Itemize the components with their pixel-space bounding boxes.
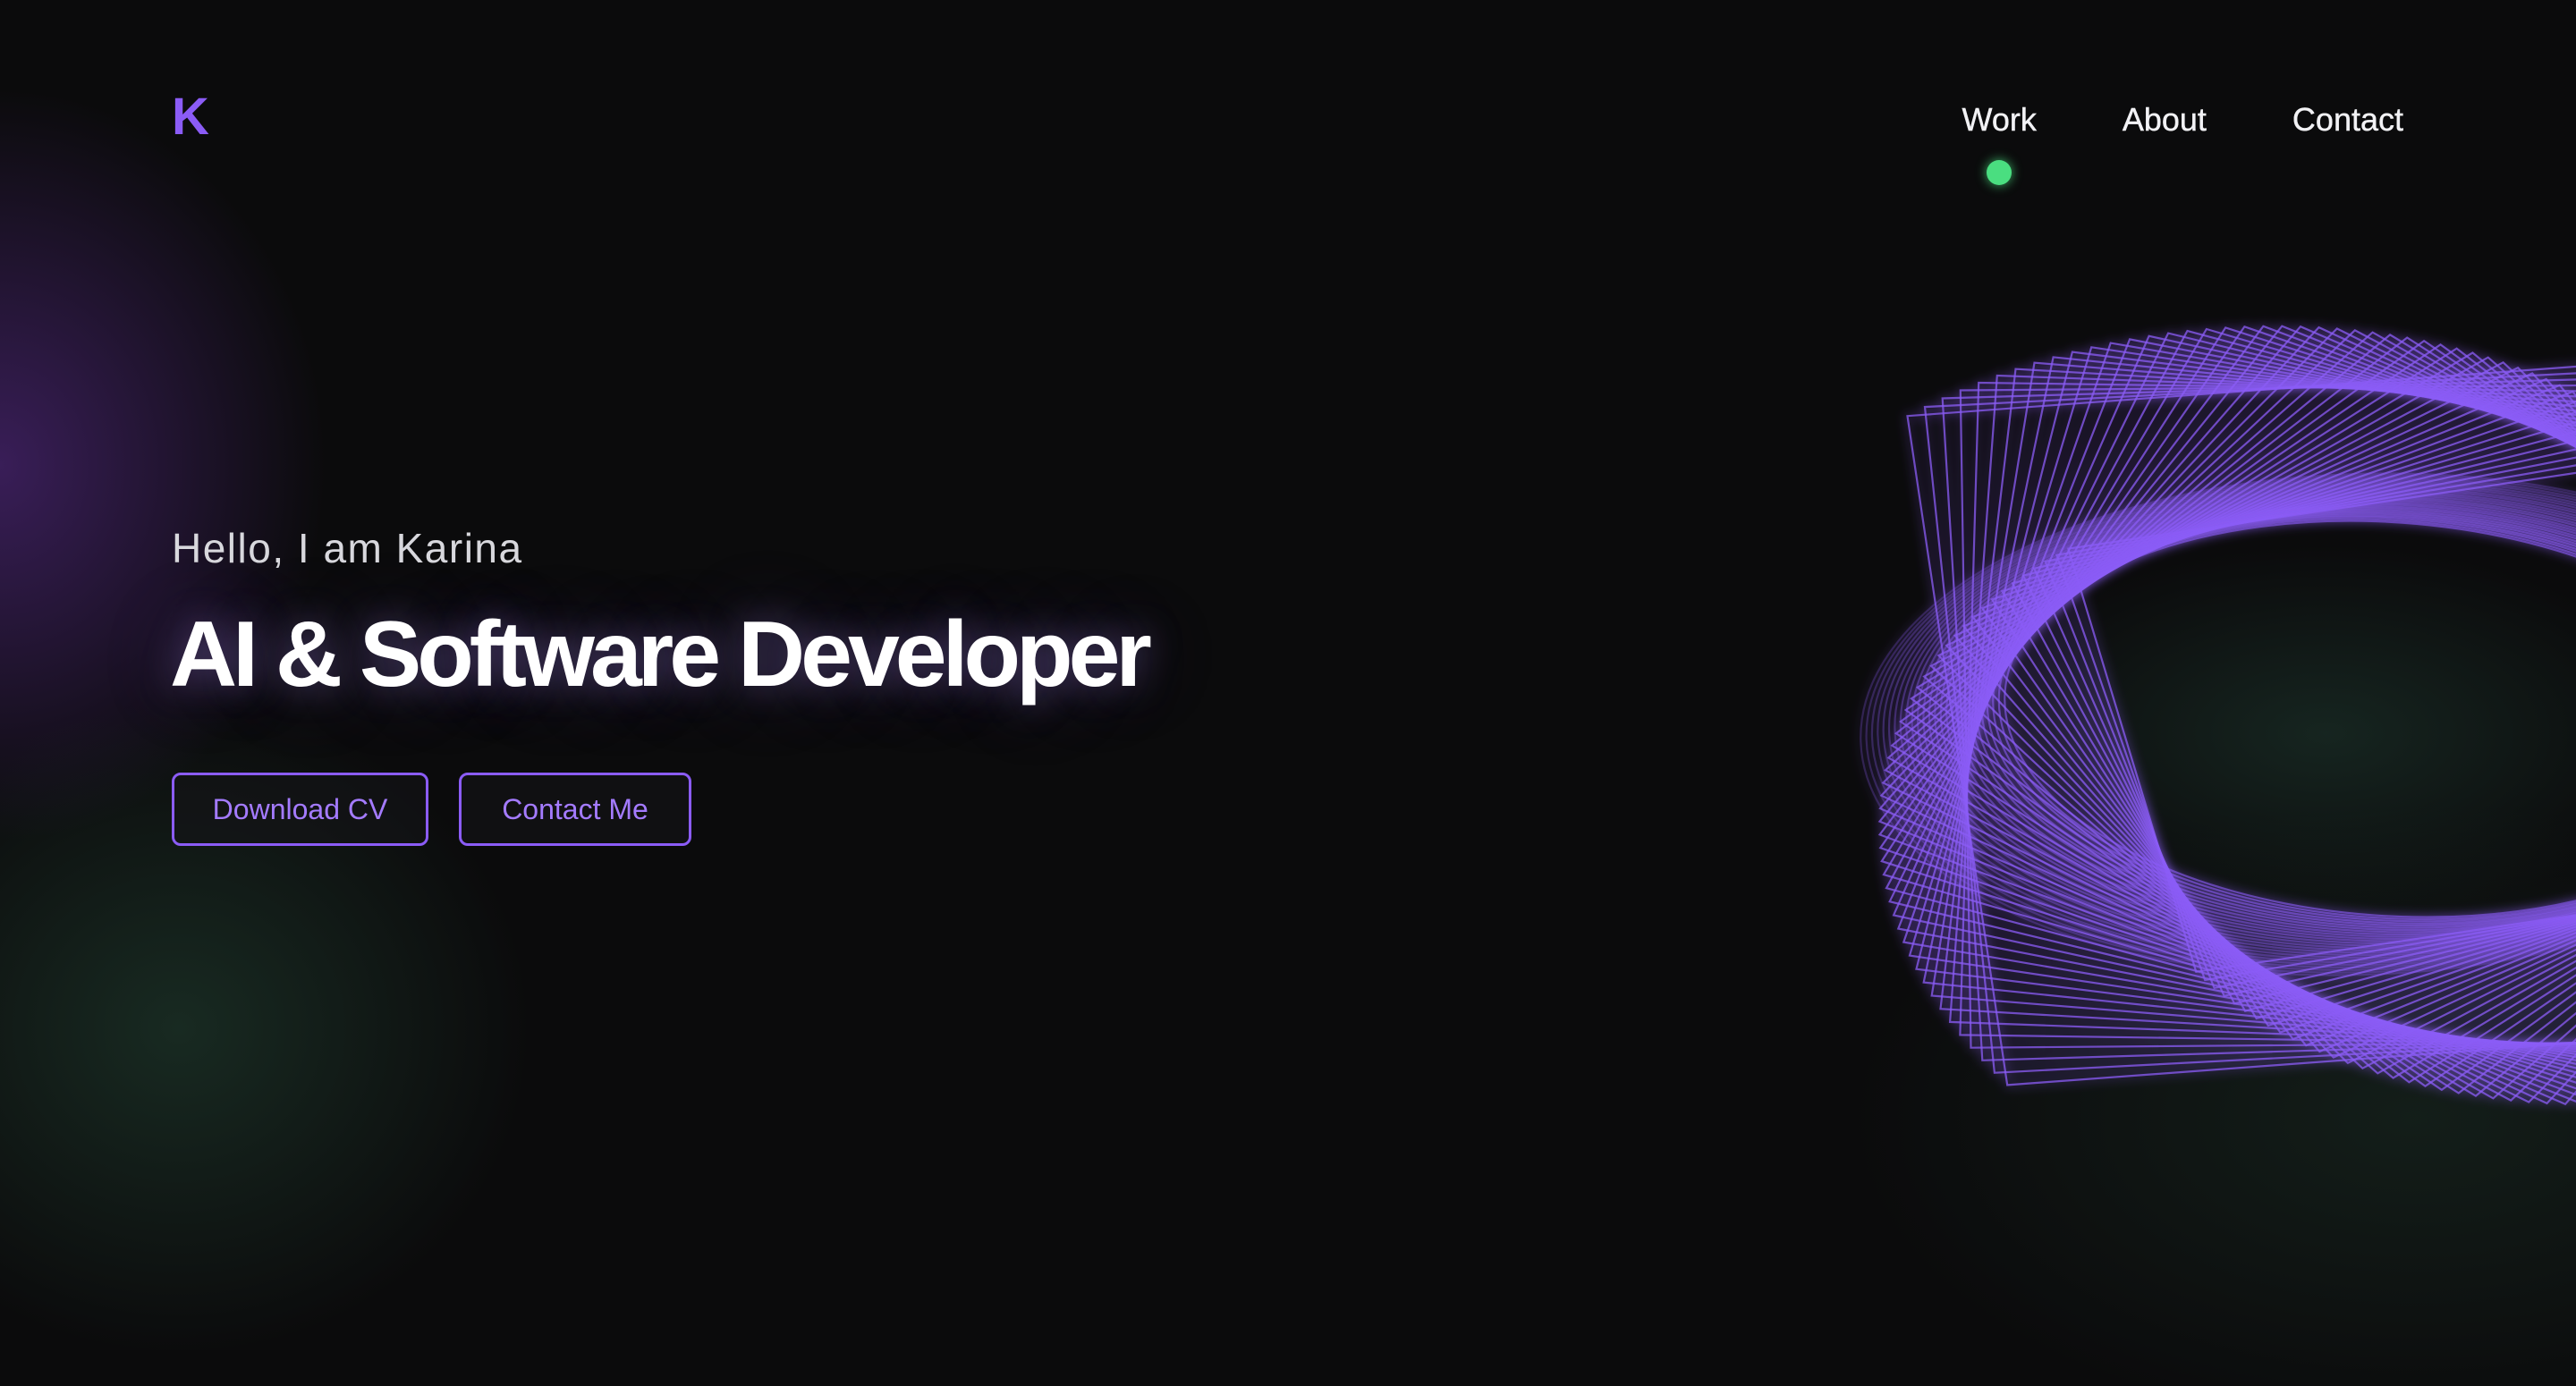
spiral-ring xyxy=(1957,504,2576,936)
nav-item-contact-label: Contact xyxy=(2292,101,2403,138)
nav-item-work[interactable]: Work xyxy=(1962,101,2037,185)
nav-item-work-label: Work xyxy=(1962,101,2037,138)
spiral-square-outline xyxy=(1922,356,2576,1051)
spiral-ring xyxy=(1860,472,2576,976)
spiral-square-outline xyxy=(1898,339,2576,1092)
spiral-ring xyxy=(1992,516,2576,923)
spiral-square-outline xyxy=(1929,360,2576,1070)
spiral-square-outline xyxy=(1970,390,2576,1041)
spiral-square-outline xyxy=(1909,347,2576,1084)
spiral-square-outline xyxy=(1879,325,2576,1105)
spiral-square-outline xyxy=(1886,331,2576,1100)
spiral-ring xyxy=(1986,514,2576,925)
spiral-square-outline xyxy=(1948,374,2576,1046)
spiral-square-outline xyxy=(1930,361,2576,1049)
spiral-ring xyxy=(1939,499,2576,942)
hero-headline: AI & Software Developer xyxy=(170,603,1152,706)
nav-item-contact[interactable]: Contact xyxy=(2292,101,2403,138)
spiral-square-outline xyxy=(1882,327,2576,1078)
spiral-ring xyxy=(1980,512,2576,927)
spiral-ring xyxy=(1865,474,2576,974)
spiral-square-outline xyxy=(1922,356,2576,1075)
spiral-ring xyxy=(1911,489,2576,954)
spiral-ring xyxy=(1922,493,2576,950)
spiral-ring xyxy=(1928,495,2576,947)
spiral-ring xyxy=(1934,497,2576,945)
spiral-ring xyxy=(1899,486,2576,959)
spiral-square-outline xyxy=(1953,377,2576,1053)
spiral-square-outline xyxy=(1941,378,2576,1061)
spiral-square-outline xyxy=(1888,332,2576,1069)
spiral-square-outline xyxy=(1959,381,2576,1045)
spiral-square-outline xyxy=(1884,329,2576,1102)
spiral-square-outline xyxy=(1903,342,2576,1088)
spiral-ring xyxy=(1887,482,2576,964)
site-header: K Work About Contact xyxy=(0,0,2576,185)
spiral-ring xyxy=(1916,491,2576,952)
spiral-square-outline xyxy=(1908,346,2576,1055)
spiral-ring xyxy=(1870,476,2576,971)
main-nav: Work About Contact xyxy=(1962,101,2403,185)
spiral-square-outline xyxy=(1980,400,2576,1034)
spiral-ring xyxy=(2004,520,2576,918)
page: K Work About Contact Hello, I am Karina … xyxy=(0,0,2576,1386)
spiral-square-outline xyxy=(1878,325,2576,1106)
spiral-square-outline xyxy=(1915,351,2576,1079)
spiral-square-outline xyxy=(1892,334,2576,1065)
spiral-ring xyxy=(1969,508,2576,932)
spiral-square-outline xyxy=(2032,448,2576,997)
spiral-ring xyxy=(1877,477,2576,969)
active-indicator-dot xyxy=(1987,160,2012,185)
spiral-square-outline xyxy=(1936,366,2576,1065)
spiral-square-outline xyxy=(1923,372,2576,1074)
spiral-ring xyxy=(1945,501,2576,941)
spiral-square-outline xyxy=(2021,439,2576,1005)
spiral-square-outline xyxy=(1902,342,2576,1059)
nav-item-about-label: About xyxy=(2122,101,2207,138)
spiral-square-outline xyxy=(1939,368,2576,1047)
spiral-square-outline xyxy=(1962,384,2576,1047)
spiral-square-outline xyxy=(2066,471,2576,974)
spiral-ring xyxy=(1974,510,2576,929)
spiral-square-outline xyxy=(1896,338,2576,1061)
spiral-square-outline xyxy=(1880,326,2576,1084)
spiral-ring xyxy=(1894,484,2576,961)
contact-me-button[interactable]: Contact Me xyxy=(459,773,691,846)
spiral-square-outline xyxy=(1959,384,2576,1049)
spiral-square-outline xyxy=(2044,456,2576,990)
spiral-square-outline xyxy=(2011,430,2576,1012)
spiral-square-outline xyxy=(1881,327,2576,1103)
spiral-square-outline xyxy=(2000,420,2576,1020)
spiral-square-outline xyxy=(1990,410,2576,1027)
download-cv-button[interactable]: Download CV xyxy=(172,773,428,846)
spiral-ring xyxy=(1951,503,2576,938)
spiral-ring xyxy=(1882,479,2576,967)
spiral-ring xyxy=(1905,487,2576,957)
logo[interactable]: K xyxy=(172,91,209,143)
hero-buttons: Download CV Contact Me xyxy=(172,773,1148,846)
spiral-square-outline xyxy=(1878,325,2576,1090)
spiral-ring xyxy=(1997,518,2576,921)
spiral-square-outline xyxy=(1885,329,2576,1074)
spiral-square-outline xyxy=(1915,351,2576,1053)
hero-section: Hello, I am Karina AI & Software Develop… xyxy=(170,525,1152,846)
spiral-square-outline xyxy=(1945,372,2576,1059)
spiral-square-outline xyxy=(1877,325,2576,1096)
spiral-square-outline xyxy=(1906,365,2576,1086)
spiral-square-outline xyxy=(1890,334,2576,1097)
spiral-square-outline xyxy=(1894,336,2576,1094)
spiral-square-outline xyxy=(2055,464,2576,982)
hero-greeting: Hello, I am Karina xyxy=(172,525,523,571)
spiral-ring xyxy=(1962,506,2576,934)
spiral-square-outline xyxy=(1877,325,2576,1103)
nav-item-about[interactable]: About xyxy=(2122,101,2207,138)
